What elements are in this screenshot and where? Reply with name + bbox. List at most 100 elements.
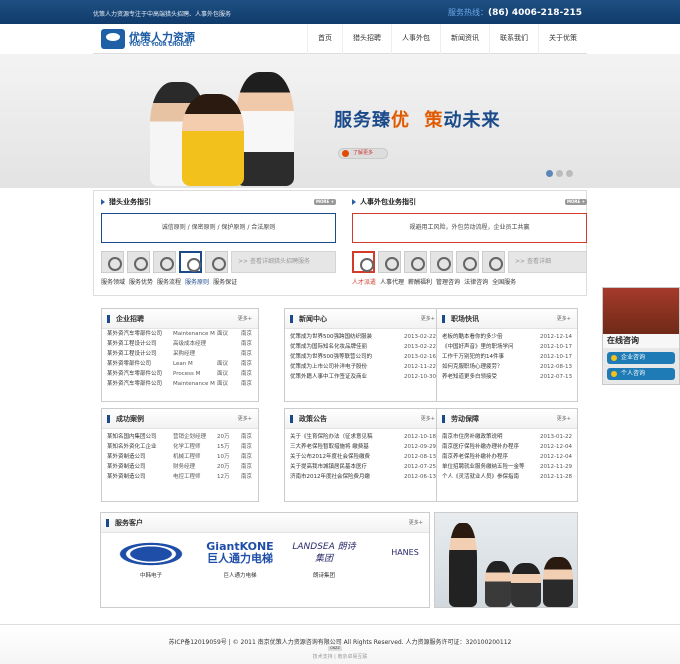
nav-outsourcing[interactable]: 人事外包 — [391, 24, 440, 54]
learn-more-button[interactable]: 了解更多 — [338, 148, 388, 159]
list-item[interactable]: 关于提高我市城镇居民基本医疗 2012-07-25 — [290, 462, 436, 472]
tech-support[interactable]: 技术支持 | 南京卓易互联 — [0, 653, 680, 660]
list-item[interactable]: 某外资汽车零部件公司 Maintenance M 面议 南京 — [107, 329, 253, 339]
photo-person — [543, 557, 573, 607]
label-national[interactable]: 全国服务 — [492, 277, 516, 286]
label-principle[interactable]: 服务原则 — [185, 277, 209, 286]
list-item[interactable]: 某外资制造公司 财务经理 20万 南京 — [107, 462, 253, 472]
banner-person — [182, 94, 244, 186]
list-item[interactable]: 某外资工程设计公司 高级成本经理 南京 — [107, 339, 253, 349]
jobs-more-link[interactable]: 更多+ — [238, 309, 252, 329]
list-item[interactable]: 关于《生育保险办法（征求意见稿 2012-10-18 — [290, 432, 436, 442]
list-item[interactable]: 优策成为世界500强跨国纺织服装 2013-02-22 — [290, 332, 436, 342]
policy-more-link[interactable]: 更多+ — [421, 409, 435, 429]
nav-news[interactable]: 新闻资讯 — [440, 24, 489, 54]
nav-headhunt[interactable]: 猎头招聘 — [342, 24, 391, 54]
list-item[interactable]: 某外资制造公司 机械工程师 10万 南京 — [107, 452, 253, 462]
flow-icon[interactable] — [153, 251, 176, 273]
list-item[interactable]: 单位招聘就业服务缴纳五险一金等 2012-11-29 — [442, 462, 572, 472]
label-legal[interactable]: 法律咨询 — [464, 277, 488, 286]
label-advantage[interactable]: 服务优势 — [129, 277, 153, 286]
slide-dot[interactable] — [556, 170, 563, 177]
site-logo[interactable]: 优策人力资源 YOU'CE YOUR CHOICE! — [101, 29, 209, 51]
headhunt-principles: 诚信原则 / 保密原则 / 保护原则 / 合法原则 — [101, 213, 336, 243]
lamp-icon[interactable] — [456, 251, 479, 273]
dispatch-icon[interactable] — [352, 251, 375, 273]
enterprise-consult-button[interactable]: 企业咨询 — [607, 352, 675, 364]
slide-dot[interactable] — [546, 170, 553, 177]
policy-title: 政策公告 更多+ — [285, 409, 441, 429]
list-item[interactable]: 个人《灵活就业人员》参保指南 2012-11-28 — [442, 472, 572, 482]
photo-person — [511, 563, 541, 607]
map-icon[interactable] — [482, 251, 505, 273]
cases-more-link[interactable]: 更多+ — [238, 409, 252, 429]
label-payroll[interactable]: 薪酬福利 — [408, 277, 432, 286]
label-agency[interactable]: 人事代理 — [380, 277, 404, 286]
ribbon-icon[interactable] — [179, 251, 202, 273]
list-item[interactable]: 老板的酷本看你的多少倍 2012-12-14 — [442, 332, 572, 342]
jobs-list: 某外资汽车零部件公司 Maintenance M 面议 南京 某外资工程设计公司 高级成… — [102, 326, 258, 392]
client-logo[interactable]: LANDSEA 朗诗集团 朗诗集团 — [289, 541, 359, 579]
label-consulting[interactable]: 管理咨询 — [436, 277, 460, 286]
money-icon[interactable] — [404, 251, 427, 273]
label-process[interactable]: 服务流程 — [157, 277, 181, 286]
top-bar: 优策人力资源专注于中高端猎头招聘、人事外包服务 服务热线：(86) 4006-2… — [0, 0, 680, 24]
consult-image — [603, 288, 679, 334]
list-item[interactable]: 如何克服职场心理疲劳？ 2012-08-13 — [442, 362, 572, 372]
target-icon[interactable] — [101, 251, 124, 273]
outsourcing-icons: >> 查看详细 — [352, 251, 587, 273]
list-item[interactable]: 某知名外资化工企业 化学工程师 15万 南京 — [107, 442, 253, 452]
list-item[interactable]: 南京医疗保险补缴办理补办程序 2012-12-04 — [442, 442, 572, 452]
outsourcing-more-button[interactable]: MORE + — [565, 199, 587, 205]
personal-consult-button[interactable]: 个人咨询 — [607, 368, 675, 380]
label-guarantee[interactable]: 服务保证 — [213, 277, 237, 286]
consult-title: 在线咨询 — [603, 334, 679, 348]
headhunt-view-button[interactable]: >> 查看详细猎头招聘服务 — [231, 251, 336, 273]
news-more-link[interactable]: 更多+ — [421, 309, 435, 329]
gear-icon[interactable] — [430, 251, 453, 273]
list-item[interactable]: 南京市住房补缴政策说明 2013-01-22 — [442, 432, 572, 442]
list-item[interactable]: 某外资汽车零部件公司 Process M 面议 南京 — [107, 369, 253, 379]
logo-slogan: YOU'CE YOUR CHOICE! — [129, 42, 192, 48]
client-logo-image: GiantKONE 巨人通力电梯 — [206, 540, 274, 565]
chess-icon[interactable] — [127, 251, 150, 273]
headhunt-more-button[interactable]: MORE + — [314, 199, 336, 205]
list-item[interactable]: 某外资制造公司 电控工程师 12万 南京 — [107, 472, 253, 482]
labor-panel: 劳动保障 更多+ 南京市住房补缴政策说明 2013-01-22 南京医疗保险补缴办理… — [436, 408, 578, 502]
list-item[interactable]: 某知名国内集团公司 营销企划经理 20万 南京 — [107, 432, 253, 442]
list-item[interactable]: 养老知道更多白领接受 2012-07-13 — [442, 372, 572, 382]
list-item[interactable]: 关于公布2012年度社会保险缴费 2012-08-13 — [290, 452, 436, 462]
list-item[interactable]: 工作千万别犯的的14件事 2012-10-17 — [442, 352, 572, 362]
list-item[interactable]: 某外资零部件公司 Lean M 面议 南京 — [107, 359, 253, 369]
nav-contact[interactable]: 联系我们 — [489, 24, 538, 54]
list-item[interactable]: 南京养老保险补缴补办程序 2012-12-04 — [442, 452, 572, 462]
outsourcing-view-button[interactable]: >> 查看详细 — [508, 251, 587, 273]
label-area[interactable]: 服务领域 — [101, 277, 125, 286]
list-item[interactable]: 优策成为上市公司补洋电子股份 2012-11-22 — [290, 362, 436, 372]
list-item[interactable]: 某外资汽车零部件公司 Maintenance M 面议 南京 — [107, 379, 253, 389]
list-item[interactable]: 三大养老保险暂取措施将 缴费基 2012-09-29 — [290, 442, 436, 452]
list-item[interactable]: 济南市2012年度社会保险费月缴 2012-06-13 — [290, 472, 436, 482]
list-item[interactable]: 《中国好声音》里的职场学问 2012-10-17 — [442, 342, 572, 352]
client-logo[interactable]: 中韩电子 — [115, 541, 187, 579]
list-item[interactable]: 优策成为世界500强等联营公司的 2013-02-16 — [290, 352, 436, 362]
list-item[interactable]: 优策外籍人事中工作签证及商业 2012-10-30 — [290, 372, 436, 382]
express-more-link[interactable]: 更多+ — [557, 309, 571, 329]
headhunt-guide: 猎头业务指引 MORE + 诚信原则 / 保密原则 / 保护原则 / 合法原则 >… — [101, 197, 336, 286]
chart-icon[interactable] — [205, 251, 228, 273]
list-item[interactable]: 优策成为国际知名化妆品牌佳丽 2013-02-22 — [290, 342, 436, 352]
tagline: 优策人力资源专注于中高端猎头招聘、人事外包服务 — [93, 11, 232, 18]
list-item[interactable]: 某外资工程设计公司 采购经理 南京 — [107, 349, 253, 359]
labor-more-link[interactable]: 更多+ — [557, 409, 571, 429]
label-dispatch[interactable]: 人才派遣 — [352, 277, 376, 286]
slide-dot[interactable] — [566, 170, 573, 177]
clients-more-link[interactable]: 更多+ — [409, 513, 423, 533]
client-logo[interactable]: HANES — [385, 541, 425, 567]
nav-about[interactable]: 关于优策 — [538, 24, 587, 54]
slider-dots — [546, 170, 573, 177]
person-icon[interactable] — [378, 251, 401, 273]
labor-title: 劳动保障 更多+ — [437, 409, 577, 429]
client-logo[interactable]: GiantKONE 巨人通力电梯 巨人通力电梯 — [201, 540, 279, 580]
cnzz-badge[interactable]: CNZZ — [328, 646, 342, 651]
nav-home[interactable]: 首页 — [307, 24, 342, 54]
